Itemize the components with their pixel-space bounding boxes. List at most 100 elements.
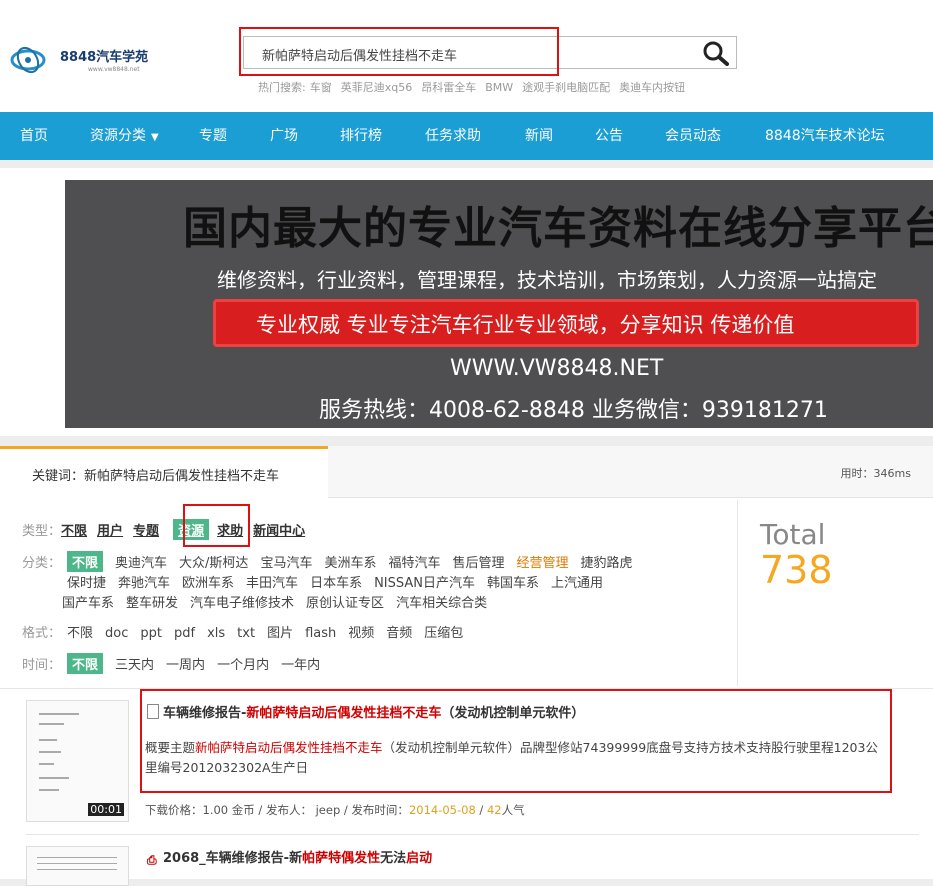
filter-time-any[interactable]: 不限 xyxy=(67,653,104,674)
filter-category-row-3: 国产车系 整车研发 汽车电子维修技术 原创认证专区 汽车相关综合类 xyxy=(50,592,487,611)
filter-category-row: 分类： 不限 奥迪汽车 大众/斯柯达 宝马汽车 美洲车系 福特汽车 售后管理 经营管理 捷豹路虎 xyxy=(22,551,633,572)
category-option[interactable]: 美洲车系 xyxy=(324,556,376,571)
time-option[interactable]: 一个月内 xyxy=(217,658,269,673)
category-option[interactable]: 福特汽车 xyxy=(388,556,440,571)
result-thumbnail[interactable]: 00:01 xyxy=(26,700,129,822)
resource-highlight-box xyxy=(183,504,250,547)
category-option[interactable]: 奔驰汽车 xyxy=(118,576,170,591)
thumb-text-line xyxy=(39,713,79,715)
category-option[interactable]: 原创认证专区 xyxy=(306,596,384,611)
thumb-text-line xyxy=(37,863,117,864)
format-option[interactable]: ppt xyxy=(140,626,162,641)
category-option[interactable]: 售后管理 xyxy=(452,556,504,571)
format-option[interactable]: doc xyxy=(105,626,128,641)
nav-plaza[interactable]: 广场 xyxy=(270,112,298,160)
banner-area: 国内最大的专业汽车资料在线分享平台 维修资料，行业资料，管理课程，技术培训，市场… xyxy=(0,168,933,436)
thumb-text-line xyxy=(39,777,69,779)
header: 8848汽车学苑 www.vw8848.net 新帕萨特启动后偶发性挂档不走车 … xyxy=(0,0,933,112)
format-option[interactable]: xls xyxy=(207,626,225,641)
filter-type-users[interactable]: 用户 xyxy=(97,524,123,539)
category-option[interactable]: 欧洲车系 xyxy=(182,576,234,591)
category-option[interactable]: 丰田汽车 xyxy=(246,576,298,591)
format-option[interactable]: flash xyxy=(305,626,336,641)
filter-type-any[interactable]: 不限 xyxy=(61,524,87,539)
nav-topics[interactable]: 专题 xyxy=(199,112,227,160)
nav-member-activity[interactable]: 会员动态 xyxy=(665,112,721,160)
category-option[interactable]: 韩国车系 xyxy=(487,576,539,591)
meta-views: 42 xyxy=(486,803,502,817)
format-option[interactable]: pdf xyxy=(174,626,195,641)
thumb-text-line xyxy=(37,857,117,858)
banner-subtitle: 维修资料，行业资料，管理课程，技术培训，市场策划，人力资源一站搞定 xyxy=(217,268,877,292)
category-option[interactable]: 国产车系 xyxy=(62,596,114,611)
time-option[interactable]: 一周内 xyxy=(166,658,205,673)
category-option[interactable]: 宝马汽车 xyxy=(260,556,312,571)
filter-type-topics[interactable]: 专题 xyxy=(133,524,159,539)
keyword-label: 关键词：新帕萨特启动后偶发性挂档不走车 xyxy=(32,469,280,484)
category-option[interactable]: 奥迪汽车 xyxy=(115,556,167,571)
search-highlight-box xyxy=(239,27,559,76)
search-button[interactable] xyxy=(700,40,732,66)
category-option[interactable]: 汽车电子维修技术 xyxy=(190,596,294,611)
thumb-text-line xyxy=(39,751,61,753)
category-option[interactable]: NISSAN日产汽车 xyxy=(374,576,475,591)
category-option[interactable]: 日本车系 xyxy=(310,576,362,591)
result-highlight-box xyxy=(140,689,892,793)
banner-slogan-box: 专业权威 专业专注汽车行业专业领域，分享知识 传递价值 xyxy=(213,299,919,347)
nav-help-tasks[interactable]: 任务求助 xyxy=(425,112,481,160)
result-divider xyxy=(26,834,919,835)
hot-searches-label: 热门搜索: xyxy=(258,81,306,94)
hot-search-link[interactable]: 奥迪车内按钮 xyxy=(619,81,685,94)
time-option[interactable]: 三天内 xyxy=(115,658,154,673)
nav-rankings[interactable]: 排行榜 xyxy=(340,112,382,160)
hot-search-link[interactable]: 英菲尼迪xq56 xyxy=(341,81,413,94)
nav-announcements[interactable]: 公告 xyxy=(595,112,623,160)
category-option[interactable]: 捷豹路虎 xyxy=(581,556,633,571)
nav-resource-categories[interactable]: 资源分类 ▼ xyxy=(90,112,159,160)
hot-search-link[interactable]: BMW xyxy=(485,81,513,94)
format-option[interactable]: 音频 xyxy=(386,626,412,641)
filter-type-news-center[interactable]: 新闻中心 xyxy=(253,524,305,539)
category-option[interactable]: 整车研发 xyxy=(126,596,178,611)
search-icon xyxy=(703,41,729,66)
hot-search-link[interactable]: 昂科雷全车 xyxy=(421,81,476,94)
result-title[interactable]: ⎙ 2068_车辆维修报告-新帕萨特偶发性无法启动 xyxy=(147,847,432,867)
banner-slogan: 专业权威 专业专注汽车行业专业领域，分享知识 传递价值 xyxy=(256,313,795,337)
result-thumbnail[interactable] xyxy=(26,846,129,886)
caret-down-icon: ▼ xyxy=(151,132,159,143)
meta-text: 下载价格：1.00 金币 / 发布人： jeep / 发布时间： xyxy=(145,803,409,817)
category-option[interactable]: 经营管理 xyxy=(517,556,569,571)
format-option[interactable]: txt xyxy=(237,626,255,641)
results-panel: 关键词：新帕萨特启动后偶发性挂档不走车 用时：346ms 类型：不限 用户 专题 资源… xyxy=(0,446,933,886)
result-meta: 下载价格：1.00 金币 / 发布人： jeep / 发布时间：2014-05-… xyxy=(145,802,525,818)
format-option[interactable]: 视频 xyxy=(348,626,374,641)
nav-news[interactable]: 新闻 xyxy=(525,112,553,160)
format-option[interactable]: 图片 xyxy=(267,626,293,641)
time-option[interactable]: 一年内 xyxy=(281,658,320,673)
format-option[interactable]: 不限 xyxy=(67,626,93,641)
category-option[interactable]: 上汽通用 xyxy=(551,576,603,591)
format-option[interactable]: 压缩包 xyxy=(424,626,463,641)
thumb-text-line xyxy=(39,763,54,765)
logo-globe-icon xyxy=(10,46,46,74)
filter-category-any[interactable]: 不限 xyxy=(67,551,104,572)
promo-banner[interactable]: 国内最大的专业汽车资料在线分享平台 维修资料，行业资料，管理课程，技术培训，市场… xyxy=(65,180,933,428)
site-logo[interactable]: 8848汽车学苑 www.vw8848.net xyxy=(8,42,178,78)
nav-home[interactable]: 首页 xyxy=(20,112,48,160)
banner-hotline: 服务热线：4008-62-8848 业务微信：939181271 xyxy=(319,398,828,423)
filter-format-label: 格式： xyxy=(22,626,62,641)
nav-forum[interactable]: 8848汽车技术论坛 xyxy=(765,112,885,160)
banner-url: WWW.VW8848.NET xyxy=(450,356,664,381)
meta-sep: / xyxy=(475,803,487,817)
keyword-tab[interactable]: 关键词：新帕萨特启动后偶发性挂档不走车 xyxy=(0,446,328,498)
search-timing: 用时：346ms xyxy=(840,467,911,480)
filter-category-label: 分类： xyxy=(22,556,62,571)
hot-search-link[interactable]: 车窗 xyxy=(310,81,332,94)
category-option[interactable]: 保时捷 xyxy=(67,576,106,591)
category-option[interactable]: 大众/斯柯达 xyxy=(179,556,248,571)
result-title-middle: 无法 xyxy=(380,851,407,866)
hot-search-link[interactable]: 途观手刹电脑匹配 xyxy=(522,81,610,94)
category-option[interactable]: 汽车相关综合类 xyxy=(396,596,487,611)
filter-time-row: 时间： 不限 三天内 一周内 一个月内 一年内 xyxy=(22,653,320,674)
meta-views-suffix: 人气 xyxy=(501,803,525,817)
